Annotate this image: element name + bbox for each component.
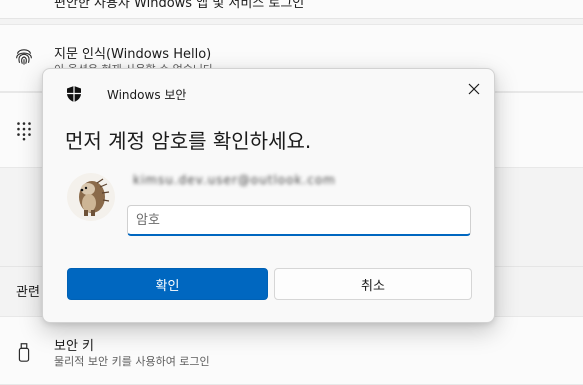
related-section-label: 관련 bbox=[16, 285, 40, 300]
account-name-blurred: kimsu.dev.user@outlook.com bbox=[133, 173, 336, 187]
fingerprint-title: 지문 인식(Windows Hello) bbox=[54, 47, 212, 62]
cancel-button[interactable]: 취소 bbox=[274, 268, 472, 300]
settings-row-security-key[interactable]: 보안 키 물리적 보안 키를 사용하여 로그인 bbox=[0, 316, 583, 385]
shield-icon bbox=[67, 86, 81, 102]
close-button[interactable] bbox=[461, 77, 487, 101]
pin-keypad-icon bbox=[17, 122, 31, 141]
security-key-subtitle: 물리적 보안 키를 사용하여 로그인 bbox=[54, 355, 210, 368]
avatar bbox=[67, 173, 115, 221]
usb-key-icon bbox=[18, 343, 30, 362]
fingerprint-icon bbox=[16, 49, 32, 65]
windows-security-dialog: Windows 보안 먼저 계정 암호를 확인하세요. kimsu.dev.us… bbox=[42, 68, 495, 323]
security-key-title: 보안 키 bbox=[54, 339, 95, 354]
password-input[interactable] bbox=[127, 205, 471, 236]
close-icon bbox=[468, 83, 480, 95]
dialog-title: 먼저 계정 암호를 확인하세요. bbox=[65, 129, 312, 153]
hedgehog-avatar-icon bbox=[67, 173, 115, 221]
dialog-app-name: Windows 보안 bbox=[107, 88, 187, 102]
ok-button[interactable]: 확인 bbox=[67, 268, 268, 300]
settings-row-top[interactable]: 편안한 사용자 Windows 앱 및 서비스 로그인 bbox=[0, 0, 583, 19]
top-row-text: 편안한 사용자 Windows 앱 및 서비스 로그인 bbox=[54, 0, 305, 11]
